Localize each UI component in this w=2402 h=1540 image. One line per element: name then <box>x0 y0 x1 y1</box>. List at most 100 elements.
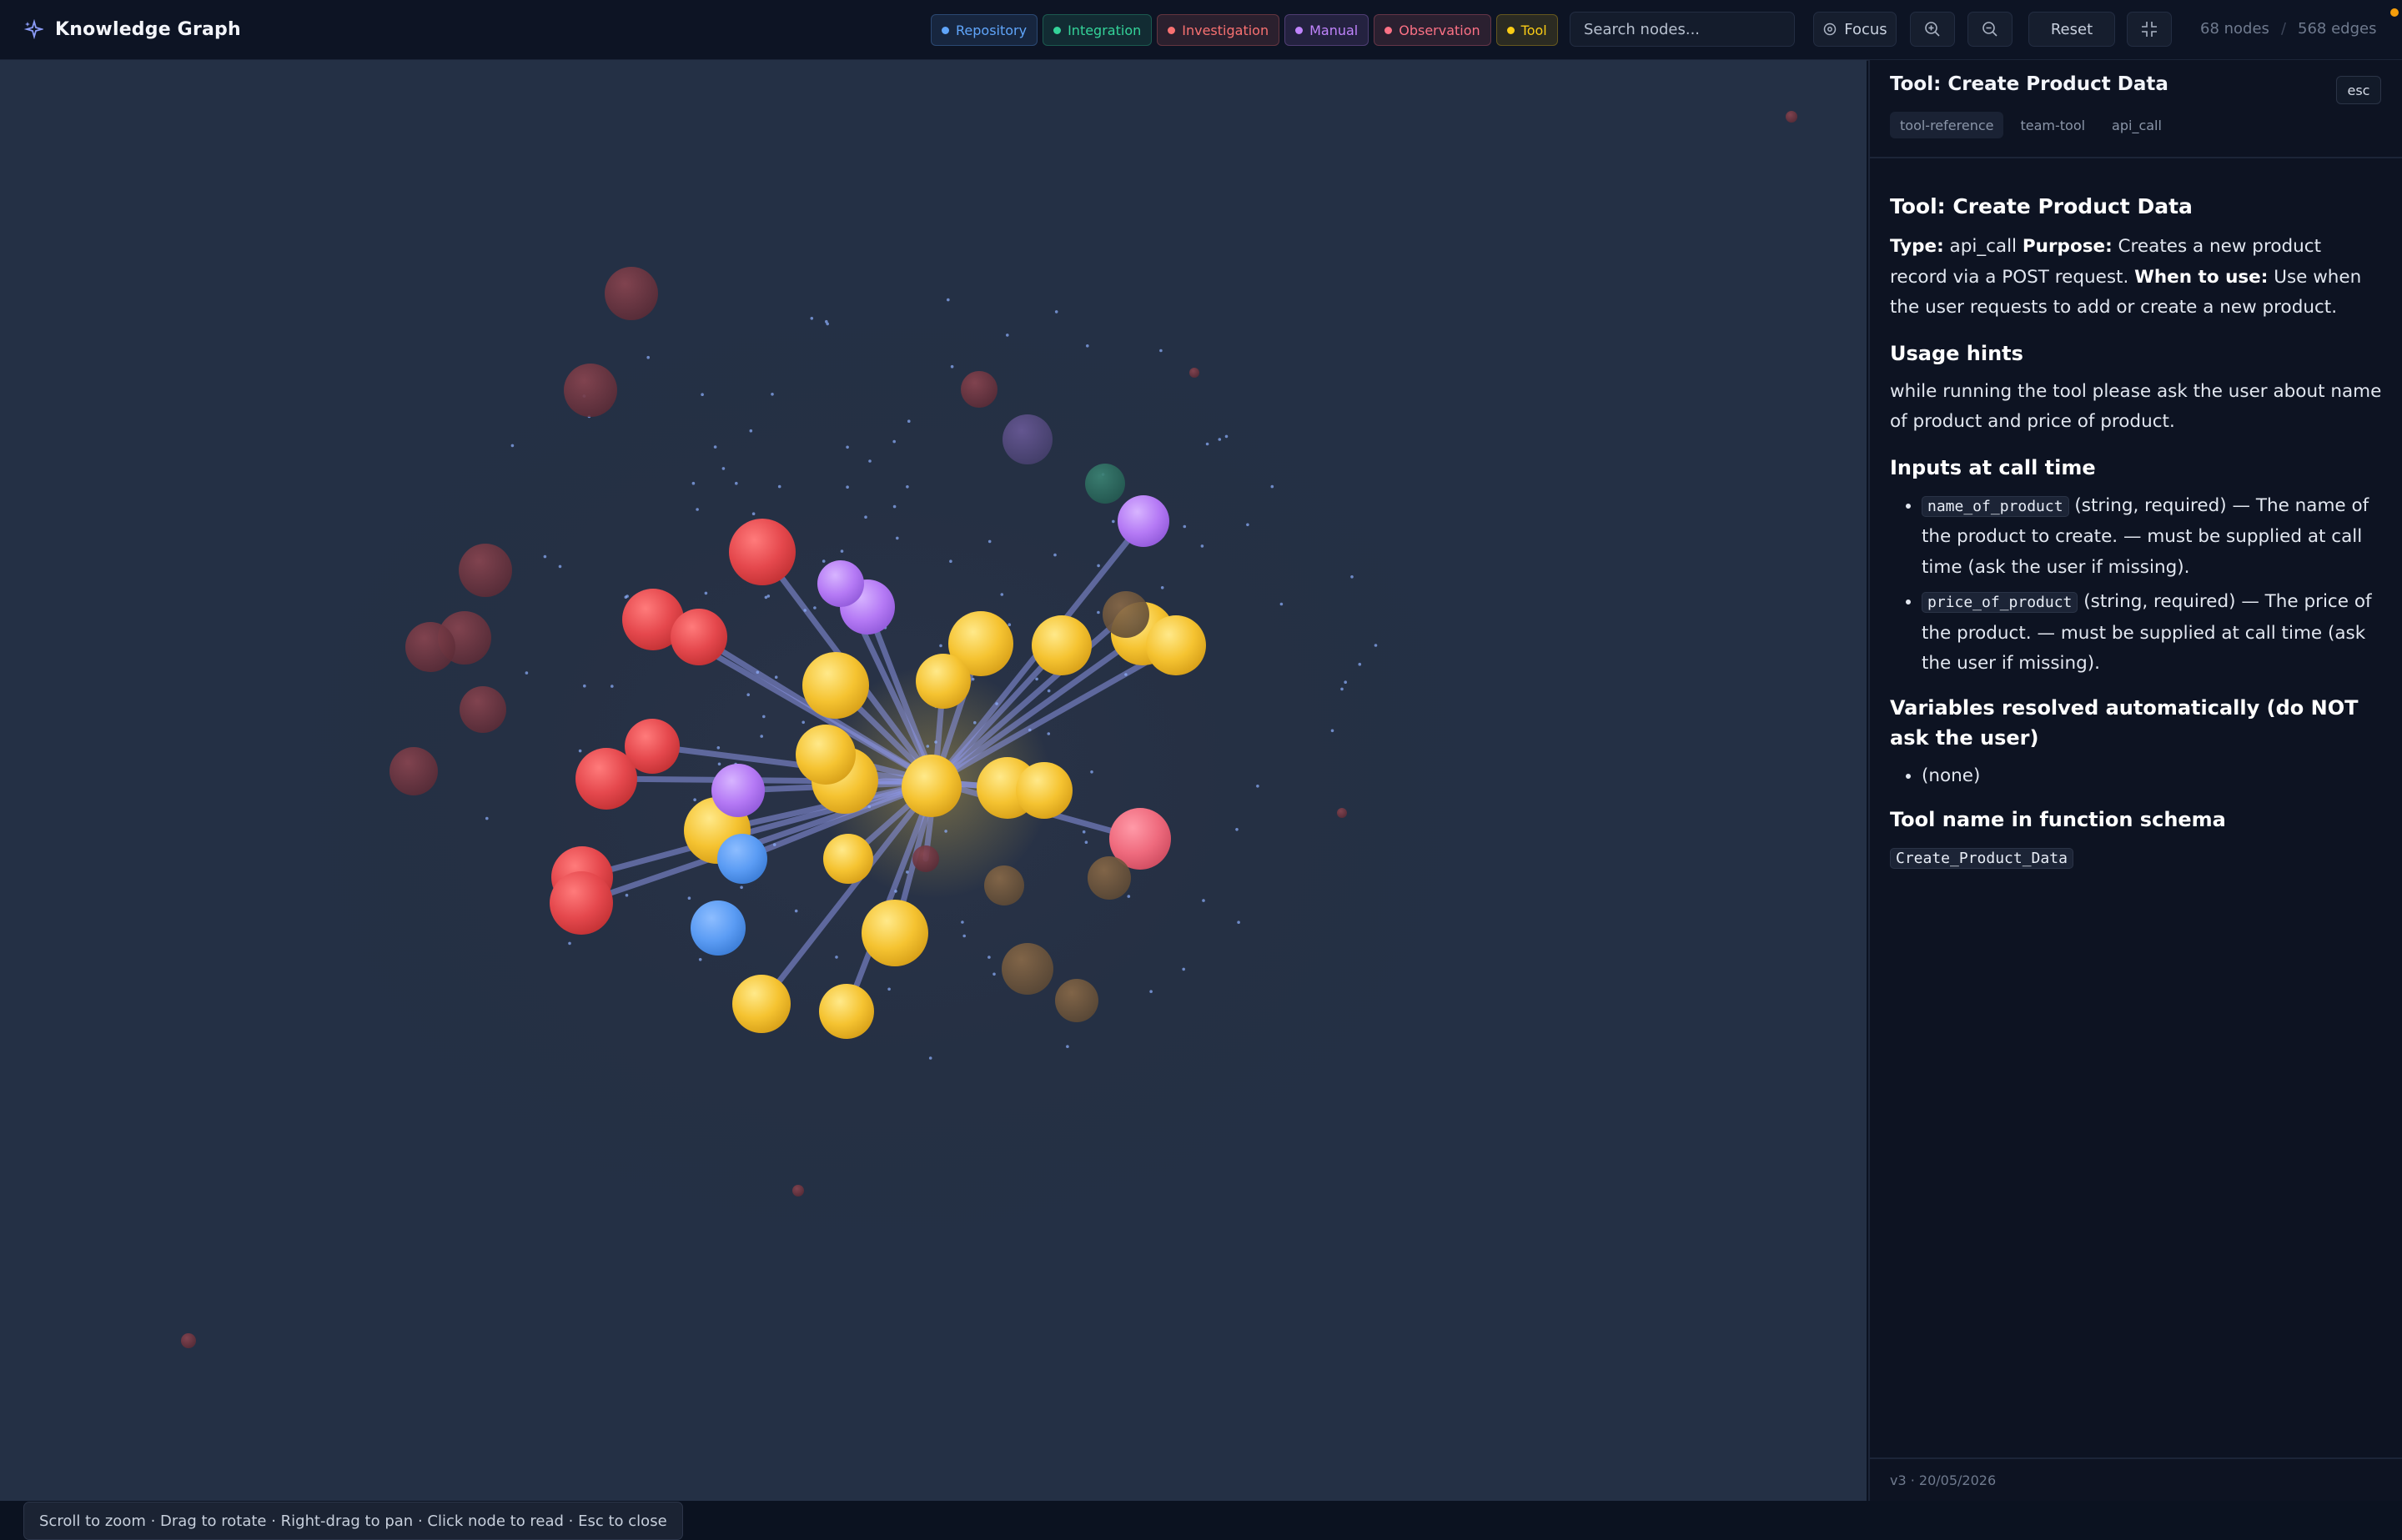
graph-node[interactable] <box>1016 762 1073 819</box>
graph-node[interactable] <box>671 609 727 665</box>
graph-node[interactable] <box>1103 591 1149 638</box>
graph-node[interactable] <box>575 748 637 810</box>
graph-node[interactable] <box>181 1333 196 1348</box>
edge-particle <box>1256 785 1259 788</box>
edge-particle <box>896 536 899 540</box>
edge-particle <box>864 515 867 519</box>
edge-particle <box>1270 484 1274 489</box>
inputs-heading: Inputs at call time <box>1890 455 2096 479</box>
filter-dot-icon <box>942 26 949 34</box>
graph-node[interactable] <box>1032 615 1092 675</box>
schema-heading: Tool name in function schema <box>1890 808 2226 831</box>
edge-particle <box>721 467 726 470</box>
graph-node[interactable] <box>912 845 939 872</box>
graph-node[interactable] <box>1189 368 1199 378</box>
edge-particle <box>583 684 586 688</box>
graph-node[interactable] <box>984 865 1024 905</box>
reset-button[interactable]: Reset <box>2028 12 2115 47</box>
filter-dot-icon <box>1506 26 1515 34</box>
edge-particle <box>1202 899 1205 902</box>
graph-node[interactable] <box>792 1185 804 1196</box>
graph-node[interactable] <box>817 560 864 607</box>
close-panel-button[interactable]: esc <box>2336 76 2381 104</box>
tag[interactable]: team-tool <box>2010 112 2095 138</box>
filter-chip-observation[interactable]: Observation <box>1374 14 1491 46</box>
graph-node[interactable] <box>1337 808 1347 818</box>
graph-node[interactable] <box>605 267 658 320</box>
edge-particle <box>687 896 691 900</box>
edge-particle <box>1183 524 1187 529</box>
graph-node[interactable] <box>460 686 506 733</box>
graph-node[interactable] <box>729 519 796 585</box>
graph-node[interactable] <box>902 757 962 817</box>
graph-node[interactable] <box>802 652 869 719</box>
focus-button[interactable]: Focus <box>1813 12 1897 47</box>
edge-particle <box>762 715 766 719</box>
search-input[interactable] <box>1570 12 1795 47</box>
graph-node[interactable] <box>823 834 873 884</box>
edge-particle <box>1008 623 1012 626</box>
tag[interactable]: api_call <box>2102 112 2172 138</box>
graph-node[interactable] <box>550 871 613 935</box>
graph-node[interactable] <box>819 984 874 1039</box>
edge-particle <box>774 675 778 679</box>
graph-node[interactable] <box>732 975 791 1033</box>
graph-edge <box>603 775 938 785</box>
graph-node[interactable] <box>1055 979 1098 1022</box>
graph-node[interactable] <box>691 900 746 956</box>
graph-node[interactable] <box>1002 943 1053 995</box>
stats-separator: / <box>2280 20 2287 38</box>
graph-node[interactable] <box>862 900 928 966</box>
edge-particle <box>939 644 942 648</box>
edge-particle <box>751 512 756 515</box>
graph-node[interactable] <box>717 834 767 884</box>
filter-chip-investigation[interactable]: Investigation <box>1157 14 1280 46</box>
edge-particle <box>735 481 738 485</box>
edge-particle <box>987 956 991 959</box>
filter-chip-manual[interactable]: Manual <box>1284 14 1369 46</box>
edge-particle <box>1097 610 1100 614</box>
graph-canvas[interactable]: Scroll to zoom · Drag to rotate · Right-… <box>0 60 1867 1540</box>
edge-particle <box>1127 895 1131 898</box>
filter-chip-tool[interactable]: Tool <box>1495 14 1558 46</box>
edge-particle <box>777 484 781 489</box>
tag[interactable]: tool-reference <box>1890 112 2004 138</box>
edge-particle <box>822 559 826 563</box>
collapse-icon <box>2142 22 2157 37</box>
graph-node[interactable] <box>1786 111 1797 123</box>
graph-node[interactable] <box>1146 615 1206 675</box>
list-item: (none) <box>1922 761 2382 792</box>
graph-node[interactable] <box>1085 464 1125 504</box>
graph-node[interactable] <box>796 725 856 785</box>
graph-node[interactable] <box>389 747 438 795</box>
edge-particle <box>1097 564 1100 568</box>
zoom-out-button[interactable] <box>1967 12 2013 47</box>
filter-dot-icon <box>1168 26 1176 34</box>
content-heading: Tool: Create Product Data <box>1890 194 2193 218</box>
zoom-in-button[interactable] <box>1910 12 1955 47</box>
graph-node[interactable] <box>459 544 512 597</box>
graph-node[interactable] <box>711 764 765 817</box>
panel-content: Tool: Create Product Data Type: api_call… <box>1890 193 2382 890</box>
edge-particle <box>1237 920 1240 924</box>
edge-particle <box>971 677 975 681</box>
collapse-button[interactable] <box>2127 12 2172 47</box>
edge-particle <box>947 298 950 302</box>
status-indicator <box>2390 8 2399 17</box>
edge-particle <box>543 554 547 559</box>
input-name: name_of_product <box>1922 495 2069 517</box>
filter-chip-integration[interactable]: Integration <box>1043 14 1153 46</box>
graph-node[interactable] <box>1003 414 1053 464</box>
purpose-label: Purpose: <box>2022 236 2113 257</box>
graph-node[interactable] <box>916 654 971 709</box>
edge-particle <box>973 720 977 725</box>
graph-node[interactable] <box>1088 856 1131 900</box>
graph-svg[interactable] <box>0 60 1867 1501</box>
edge-particle <box>698 958 702 961</box>
graph-node[interactable] <box>564 364 617 417</box>
graph-node[interactable] <box>1118 495 1169 547</box>
filter-chip-repository[interactable]: Repository <box>931 14 1038 46</box>
edge-particle <box>625 893 629 897</box>
graph-node[interactable] <box>961 371 997 408</box>
graph-node[interactable] <box>405 622 455 672</box>
